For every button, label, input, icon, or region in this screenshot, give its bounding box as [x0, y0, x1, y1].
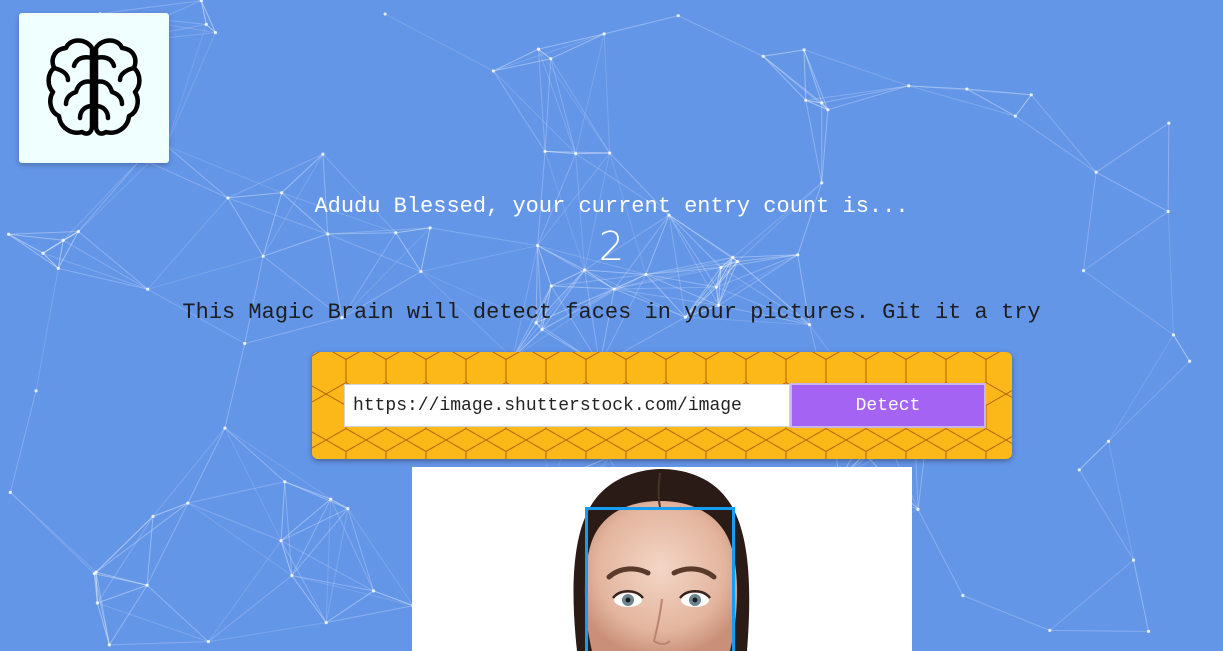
- detect-button[interactable]: Detect: [790, 383, 986, 428]
- face-bounding-box: [585, 507, 735, 651]
- user-entry-greeting: Adudu Blessed, your current entry count …: [314, 194, 909, 219]
- face-image-result: [412, 467, 912, 651]
- image-link-form: Detect: [312, 352, 1012, 459]
- brain-icon: [46, 38, 142, 136]
- app-description: This Magic Brain will detect faces in yo…: [182, 300, 1041, 325]
- entry-count: 2: [598, 224, 625, 270]
- brain-logo-card[interactable]: [19, 13, 169, 163]
- image-url-input[interactable]: [344, 384, 790, 427]
